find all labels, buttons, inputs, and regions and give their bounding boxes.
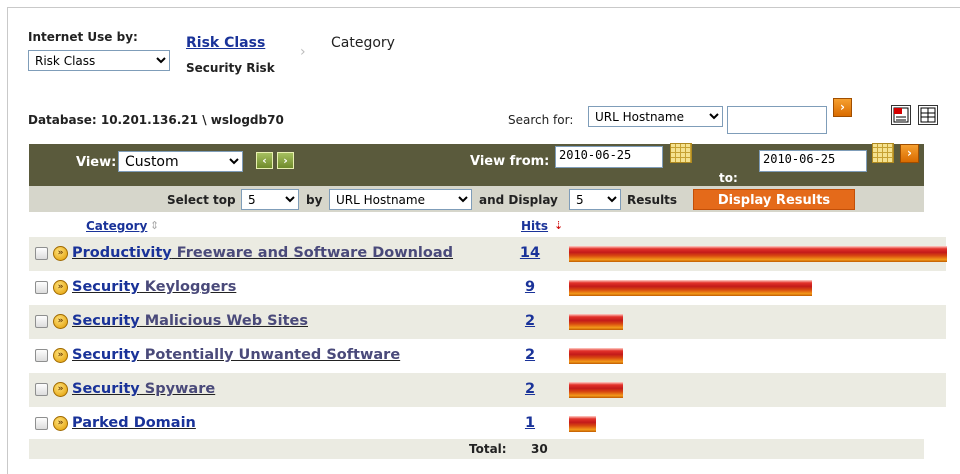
row-checkbox[interactable] bbox=[35, 281, 48, 294]
category-name-text: Spyware bbox=[139, 381, 216, 397]
view-from-date[interactable]: 2010-06-25 bbox=[555, 146, 663, 168]
view-go-icon[interactable]: › bbox=[900, 144, 919, 163]
previous-icon[interactable]: ‹ bbox=[256, 152, 273, 169]
category-name-text: Potentially Unwanted Software bbox=[139, 347, 401, 363]
risk-icon[interactable]: » bbox=[53, 314, 68, 329]
hits-column-header[interactable]: Hits bbox=[521, 219, 548, 233]
hits-bar bbox=[569, 246, 947, 262]
table-row: » Parked Domain 1 bbox=[29, 407, 946, 441]
category-link[interactable]: Security Keyloggers bbox=[72, 279, 236, 295]
hits-bar bbox=[569, 280, 812, 296]
pdf-icon[interactable] bbox=[891, 105, 911, 125]
calendar-icon[interactable] bbox=[872, 143, 894, 163]
risk-class-text: Security bbox=[72, 381, 140, 397]
risk-class-text: Productivity bbox=[72, 245, 172, 261]
view-select[interactable]: Custom bbox=[118, 151, 243, 172]
risk-icon[interactable]: » bbox=[53, 348, 68, 363]
view-to-date[interactable]: 2010-06-25 bbox=[759, 150, 867, 172]
hits-bar bbox=[569, 416, 596, 432]
top-count-select[interactable]: 5 bbox=[241, 189, 299, 210]
table-row: » Security Malicious Web Sites 2 bbox=[29, 305, 946, 339]
table-row: » Security Keyloggers 9 bbox=[29, 271, 946, 305]
view-from-label: View from: bbox=[470, 154, 550, 169]
risk-class-text: Security bbox=[72, 279, 140, 295]
search-input[interactable] bbox=[727, 106, 827, 134]
display-count-select[interactable]: 5 bbox=[569, 189, 621, 210]
table-row: » Security Spyware 2 bbox=[29, 373, 946, 407]
sort-desc-icon[interactable]: ⇣ bbox=[554, 219, 563, 232]
internet-use-label: Internet Use by: bbox=[28, 30, 138, 44]
category-name-text: Freeware and Software Download bbox=[171, 245, 454, 261]
database-label: Database: 10.201.136.21 \ wslogdb70 bbox=[28, 113, 284, 127]
risk-icon[interactable]: » bbox=[53, 382, 68, 397]
by-label: by bbox=[306, 193, 323, 207]
hits-bar bbox=[569, 314, 623, 330]
total-value: 30 bbox=[531, 442, 548, 456]
category-link[interactable]: Productivity Freeware and Software Downl… bbox=[72, 245, 453, 261]
results-label: Results bbox=[627, 193, 678, 207]
row-checkbox[interactable] bbox=[35, 315, 48, 328]
total-label: Total: bbox=[469, 442, 507, 456]
category-link[interactable]: Security Spyware bbox=[72, 381, 215, 397]
row-checkbox[interactable] bbox=[35, 247, 48, 260]
search-go-icon[interactable]: › bbox=[833, 98, 852, 117]
risk-icon[interactable]: » bbox=[53, 246, 68, 261]
category-column-header[interactable]: Category bbox=[86, 219, 147, 233]
internet-use-select[interactable]: Risk Class bbox=[28, 50, 170, 71]
breadcrumb-current: Category bbox=[331, 35, 395, 51]
breadcrumb-separator-icon: › bbox=[300, 44, 306, 60]
search-label: Search for: bbox=[508, 113, 574, 127]
risk-icon[interactable]: » bbox=[53, 416, 68, 431]
breadcrumb-risk-class-link[interactable]: Risk Class bbox=[186, 35, 265, 51]
risk-class-text: Security bbox=[72, 347, 140, 363]
hits-link[interactable]: 1 bbox=[515, 415, 545, 431]
hits-link[interactable]: 2 bbox=[515, 381, 545, 397]
and-display-label: and Display bbox=[479, 193, 558, 207]
hits-link[interactable]: 14 bbox=[515, 245, 545, 261]
risk-class-text: Security bbox=[72, 313, 140, 329]
sort-icon[interactable]: ⇕ bbox=[150, 219, 159, 232]
hits-bar bbox=[569, 382, 623, 398]
category-name-text: Parked Domain bbox=[72, 415, 196, 431]
row-checkbox[interactable] bbox=[35, 349, 48, 362]
risk-icon[interactable]: » bbox=[53, 280, 68, 295]
view-label: View: bbox=[76, 155, 117, 170]
table-row: » Security Potentially Unwanted Software 2 bbox=[29, 339, 946, 373]
hits-link[interactable]: 2 bbox=[515, 347, 545, 363]
search-type-select[interactable]: URL Hostname bbox=[588, 106, 723, 127]
next-icon[interactable]: › bbox=[277, 152, 294, 169]
hits-link[interactable]: 2 bbox=[515, 313, 545, 329]
hits-link[interactable]: 9 bbox=[515, 279, 545, 295]
view-to-label: to: bbox=[719, 171, 738, 185]
category-link[interactable]: Parked Domain bbox=[72, 415, 196, 431]
breadcrumb-subtitle: Security Risk bbox=[186, 61, 275, 75]
by-field-select[interactable]: URL Hostname bbox=[329, 189, 472, 210]
excel-icon[interactable] bbox=[918, 105, 938, 125]
table-row: » Productivity Freeware and Software Down… bbox=[29, 237, 947, 271]
category-name-text: Keyloggers bbox=[139, 279, 237, 295]
select-top-label: Select top bbox=[167, 193, 236, 207]
display-results-button[interactable]: Display Results bbox=[693, 189, 855, 210]
category-link[interactable]: Security Malicious Web Sites bbox=[72, 313, 308, 329]
hits-bar bbox=[569, 348, 623, 364]
row-checkbox[interactable] bbox=[35, 383, 48, 396]
row-checkbox[interactable] bbox=[35, 417, 48, 430]
category-name-text: Malicious Web Sites bbox=[139, 313, 308, 329]
calendar-icon[interactable] bbox=[670, 143, 692, 163]
category-link[interactable]: Security Potentially Unwanted Software bbox=[72, 347, 400, 363]
